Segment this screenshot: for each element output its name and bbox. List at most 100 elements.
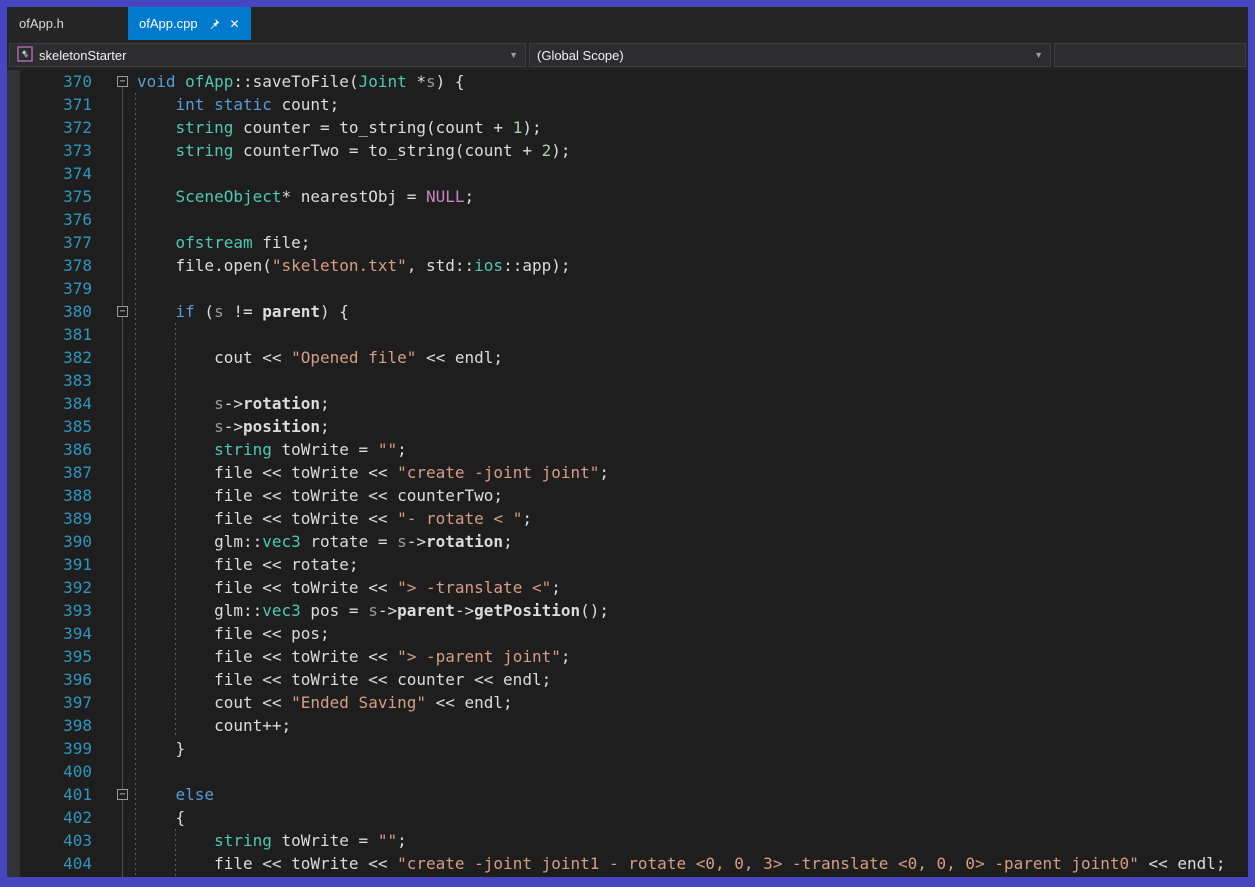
code-line[interactable]: 370−void ofApp::saveToFile(Joint *s) { [7, 70, 1248, 93]
code-text: string toWrite = ""; [137, 438, 407, 461]
outline-margin [92, 162, 137, 185]
code-text: s->position; [137, 415, 330, 438]
outline-margin: − [92, 70, 137, 93]
cpp-project-icon [17, 46, 33, 65]
outline-margin [92, 277, 137, 300]
line-number: 392 [20, 576, 92, 599]
code-line[interactable]: 375 SceneObject* nearestObj = NULL; [7, 185, 1248, 208]
code-lines: 370−void ofApp::saveToFile(Joint *s) {37… [7, 70, 1248, 877]
line-number: 382 [20, 346, 92, 369]
code-line[interactable]: 387 file << toWrite << "create -joint jo… [7, 461, 1248, 484]
outline-margin [92, 622, 137, 645]
outline-margin [92, 116, 137, 139]
line-number: 376 [20, 208, 92, 231]
code-line[interactable]: 393 glm::vec3 pos = s->parent->getPositi… [7, 599, 1248, 622]
scope-dropdown[interactable]: (Global Scope) ▼ [529, 43, 1051, 67]
code-text: } [137, 737, 185, 760]
code-line[interactable]: 395 file << toWrite << "> -parent joint"… [7, 645, 1248, 668]
code-text: SceneObject* nearestObj = NULL; [137, 185, 474, 208]
code-line[interactable]: 378 file.open("skeleton.txt", std::ios::… [7, 254, 1248, 277]
line-number: 394 [20, 622, 92, 645]
line-number: 378 [20, 254, 92, 277]
outline-margin [92, 806, 137, 829]
code-text: file.open("skeleton.txt", std::ios::app)… [137, 254, 571, 277]
code-line[interactable]: 402 { [7, 806, 1248, 829]
code-line[interactable]: 405 } [7, 875, 1248, 877]
code-line[interactable]: 385 s->position; [7, 415, 1248, 438]
tab-bar: ofApp.h ofApp.cpp ✕ [7, 7, 1248, 40]
code-line[interactable]: 372 string counter = to_string(count + 1… [7, 116, 1248, 139]
code-line[interactable]: 398 count++; [7, 714, 1248, 737]
code-line[interactable]: 386 string toWrite = ""; [7, 438, 1248, 461]
code-line[interactable]: 383 [7, 369, 1248, 392]
project-dropdown[interactable]: skeletonStarter ▼ [9, 43, 526, 67]
code-line[interactable]: 400 [7, 760, 1248, 783]
code-text: glm::vec3 pos = s->parent->getPosition()… [137, 599, 609, 622]
code-text: string counter = to_string(count + 1); [137, 116, 542, 139]
code-text: else [137, 783, 214, 806]
code-line[interactable]: 394 file << pos; [7, 622, 1248, 645]
code-line[interactable]: 374 [7, 162, 1248, 185]
code-line[interactable]: 389 file << toWrite << "- rotate < "; [7, 507, 1248, 530]
code-line[interactable]: 399 } [7, 737, 1248, 760]
code-text: count++; [137, 714, 291, 737]
tab-ofapp-h[interactable]: ofApp.h [7, 7, 128, 40]
code-line[interactable]: 380 − if (s != parent) { [7, 300, 1248, 323]
code-text: file << toWrite << counter << endl; [137, 668, 551, 691]
line-number: 372 [20, 116, 92, 139]
code-text: if (s != parent) { [137, 300, 349, 323]
outline-margin [92, 507, 137, 530]
code-line[interactable]: 376 [7, 208, 1248, 231]
code-text: int static count; [137, 93, 339, 116]
fold-collapse-toggle[interactable]: − [117, 789, 128, 800]
line-number: 393 [20, 599, 92, 622]
project-name: skeletonStarter [39, 48, 126, 63]
member-dropdown[interactable] [1054, 43, 1246, 67]
line-number: 380 [20, 300, 92, 323]
code-line[interactable]: 377 ofstream file; [7, 231, 1248, 254]
scope-name: (Global Scope) [537, 48, 624, 63]
code-line[interactable]: 391 file << rotate; [7, 553, 1248, 576]
outline-margin [92, 530, 137, 553]
code-line[interactable]: 388 file << toWrite << counterTwo; [7, 484, 1248, 507]
outline-margin [92, 139, 137, 162]
line-number: 398 [20, 714, 92, 737]
code-line[interactable]: 379 [7, 277, 1248, 300]
code-line[interactable]: 384 s->rotation; [7, 392, 1248, 415]
code-text: string counterTwo = to_string(count + 2)… [137, 139, 570, 162]
outline-margin [92, 461, 137, 484]
line-number: 377 [20, 231, 92, 254]
code-line[interactable]: 381 [7, 323, 1248, 346]
code-line[interactable]: 403 string toWrite = ""; [7, 829, 1248, 852]
code-line[interactable]: 390 glm::vec3 rotate = s->rotation; [7, 530, 1248, 553]
code-line[interactable]: 382 cout << "Opened file" << endl; [7, 346, 1248, 369]
code-line[interactable]: 397 cout << "Ended Saving" << endl; [7, 691, 1248, 714]
fold-collapse-toggle[interactable]: − [117, 76, 128, 87]
outline-margin [92, 553, 137, 576]
code-line[interactable]: 396 file << toWrite << counter << endl; [7, 668, 1248, 691]
outline-margin [92, 760, 137, 783]
navigation-bar: skeletonStarter ▼ (Global Scope) ▼ [7, 40, 1248, 70]
line-number: 385 [20, 415, 92, 438]
code-line[interactable]: 373 string counterTwo = to_string(count … [7, 139, 1248, 162]
code-line[interactable]: 401 − else [7, 783, 1248, 806]
line-number: 390 [20, 530, 92, 553]
fold-collapse-toggle[interactable]: − [117, 306, 128, 317]
outline-margin [92, 254, 137, 277]
code-text: file << toWrite << "create -joint joint1… [137, 852, 1226, 875]
code-line[interactable]: 392 file << toWrite << "> -translate <"; [7, 576, 1248, 599]
outline-margin: − [92, 300, 137, 323]
line-number: 401 [20, 783, 92, 806]
tab-ofapp-cpp[interactable]: ofApp.cpp ✕ [128, 7, 251, 40]
code-line[interactable]: 371 int static count; [7, 93, 1248, 116]
code-line[interactable]: 404 file << toWrite << "create -joint jo… [7, 852, 1248, 875]
outline-margin [92, 645, 137, 668]
close-icon[interactable]: ✕ [230, 18, 240, 30]
line-number: 400 [20, 760, 92, 783]
pin-icon[interactable] [207, 17, 221, 31]
outline-margin [92, 415, 137, 438]
code-editor[interactable]: 370−void ofApp::saveToFile(Joint *s) {37… [7, 70, 1248, 877]
line-number: 399 [20, 737, 92, 760]
line-number: 396 [20, 668, 92, 691]
line-number: 383 [20, 369, 92, 392]
